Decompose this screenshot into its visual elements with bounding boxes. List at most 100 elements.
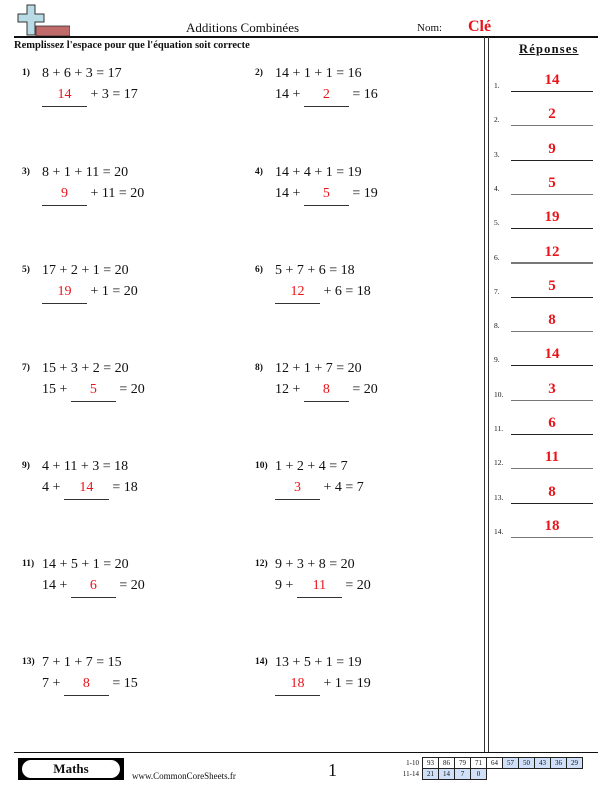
answer-number: 8.: [494, 321, 500, 331]
answer-value[interactable]: 6: [511, 415, 593, 432]
answer-number: 6.: [494, 252, 500, 262]
problem-item: 3) 8 + 1 + 11 = 20 9 + 11 = 20: [22, 165, 242, 206]
answer-blank[interactable]: 11: [296, 578, 342, 598]
score-table: 1-10 93 86 79 71 64 57 50 43 36 29 11-14 21 14 7 0: [395, 757, 583, 780]
fill-in-equation: 15 + 5 = 20: [42, 382, 145, 402]
answer-line: [511, 228, 593, 230]
answer-value[interactable]: 8: [511, 312, 593, 329]
answer-value[interactable]: 3: [511, 381, 593, 398]
score-cell: 14: [438, 768, 455, 780]
score-range-label: 11-14: [402, 770, 419, 778]
answer-blank[interactable]: 3: [275, 480, 320, 500]
answer-blank[interactable]: 8: [303, 382, 349, 402]
answer-blank[interactable]: 12: [275, 284, 320, 304]
answer-value[interactable]: 9: [511, 141, 593, 158]
problem-item: 8) 12 + 1 + 7 = 20 12 + 8 = 20: [255, 361, 475, 402]
answer-row: 13. 8: [494, 484, 594, 504]
problem-item: 9) 4 + 11 + 3 = 18 4 + 14 = 18: [22, 459, 242, 500]
score-cell: 86: [438, 757, 455, 769]
equation-suffix: = 20: [115, 578, 145, 593]
answer-blank[interactable]: 5: [70, 382, 116, 402]
equation-suffix: = 18: [108, 480, 138, 495]
equation-prefix: 15 +: [42, 382, 71, 397]
answer-value[interactable]: 19: [511, 209, 593, 226]
answer-row: 3. 9: [494, 141, 594, 161]
fill-in-equation: 14 + 6 = 20: [42, 578, 145, 598]
equation: 15 + 3 + 2 = 20: [42, 361, 129, 376]
answer-value[interactable]: 12: [511, 244, 593, 261]
score-cell: 29: [566, 757, 583, 769]
equation-suffix: = 19: [348, 186, 378, 201]
problem-number: 11): [22, 559, 35, 569]
fill-in-equation: 14 + 5 = 19: [275, 186, 378, 206]
answer-value[interactable]: 5: [511, 175, 593, 192]
answer-value[interactable]: 2: [511, 106, 593, 123]
subject-label: Maths: [22, 760, 120, 778]
problem-item: 11) 14 + 5 + 1 = 20 14 + 6 = 20: [22, 557, 242, 598]
answer-value[interactable]: 5: [511, 278, 593, 295]
answer-value[interactable]: 14: [511, 72, 593, 89]
answer-blank[interactable]: 2: [303, 87, 349, 107]
score-cell: 21: [422, 768, 439, 780]
score-cell: 57: [502, 757, 519, 769]
answer-blank[interactable]: 18: [275, 676, 320, 696]
equation-suffix: + 4 = 7: [320, 480, 364, 495]
problem-number: 7): [22, 363, 30, 373]
answer-number: 11.: [494, 424, 504, 433]
website-link[interactable]: www.CommonCoreSheets.fr: [132, 771, 236, 781]
equation-prefix: 14 +: [42, 578, 71, 593]
answer-line: [511, 296, 593, 298]
answer-blank[interactable]: 5: [303, 186, 349, 206]
equation-suffix: = 16: [348, 87, 378, 102]
fill-in-equation: 9 + 11 = 20: [42, 186, 144, 206]
worksheet-title: Additions Combinées: [186, 20, 300, 35]
equation: 4 + 11 + 3 = 18: [42, 459, 129, 474]
problem-item: 5) 17 + 2 + 1 = 20 19 + 1 = 20: [22, 263, 242, 304]
problem-number: 5): [22, 265, 30, 275]
equation-suffix: + 1 = 19: [320, 676, 371, 691]
answer-value[interactable]: 14: [511, 346, 593, 363]
footer-rule: [14, 752, 598, 753]
problem-item: 6) 5 + 7 + 6 = 18 12 + 6 = 18: [255, 263, 475, 304]
answer-value[interactable]: 8: [511, 484, 593, 501]
answer-number: 10.: [494, 389, 504, 399]
answer-line: [511, 193, 593, 195]
equation: 9 + 3 + 8 = 20: [275, 557, 355, 572]
answer-blank[interactable]: 19: [42, 284, 87, 304]
fill-in-equation: 7 + 8 = 15: [42, 676, 138, 696]
answer-row: 6. 12: [494, 244, 594, 264]
answer-value[interactable]: 18: [511, 518, 593, 535]
answer-number: 3.: [494, 149, 500, 159]
score-cell: 0: [470, 768, 487, 780]
answer-number: 13.: [494, 492, 504, 502]
problem-item: 10) 1 + 2 + 4 = 7 3 + 4 = 7: [255, 459, 475, 500]
answer-line: [511, 502, 593, 504]
fill-in-equation: 3 + 4 = 7: [275, 480, 364, 500]
problem-number: 13): [22, 657, 35, 667]
answer-row: 5. 19: [494, 209, 594, 230]
fill-in-equation: 12 + 6 = 18: [275, 284, 371, 304]
answer-blank[interactable]: 8: [63, 676, 109, 696]
answer-number: 7.: [494, 286, 500, 296]
answer-number: 9.: [494, 355, 500, 365]
answer-blank[interactable]: 6: [70, 578, 116, 598]
score-cell: 50: [518, 757, 535, 769]
answer-blank[interactable]: 9: [42, 186, 87, 206]
answer-blank[interactable]: 14: [42, 87, 87, 107]
problem-number: 2): [255, 68, 263, 78]
answer-line: [511, 434, 593, 435]
fill-in-equation: 18 + 1 = 19: [275, 676, 371, 696]
answer-value[interactable]: 11: [511, 449, 593, 466]
score-cell: 43: [534, 757, 551, 769]
equation: 17 + 2 + 1 = 20: [42, 263, 129, 278]
equation-suffix: + 1 = 20: [87, 284, 138, 299]
answer-row: 1. 14: [494, 72, 594, 92]
problem-number: 12): [255, 559, 268, 569]
answer-number: 1.: [494, 81, 500, 90]
equation-suffix: = 20: [348, 382, 378, 397]
score-cell: 7: [454, 768, 471, 780]
answer-blank[interactable]: 14: [63, 480, 109, 500]
problem-item: 4) 14 + 4 + 1 = 19 14 + 5 = 19: [255, 165, 475, 206]
equation: 12 + 1 + 7 = 20: [275, 361, 362, 376]
problem-item: 1) 8 + 6 + 3 = 17 14 + 3 = 17: [22, 66, 242, 107]
